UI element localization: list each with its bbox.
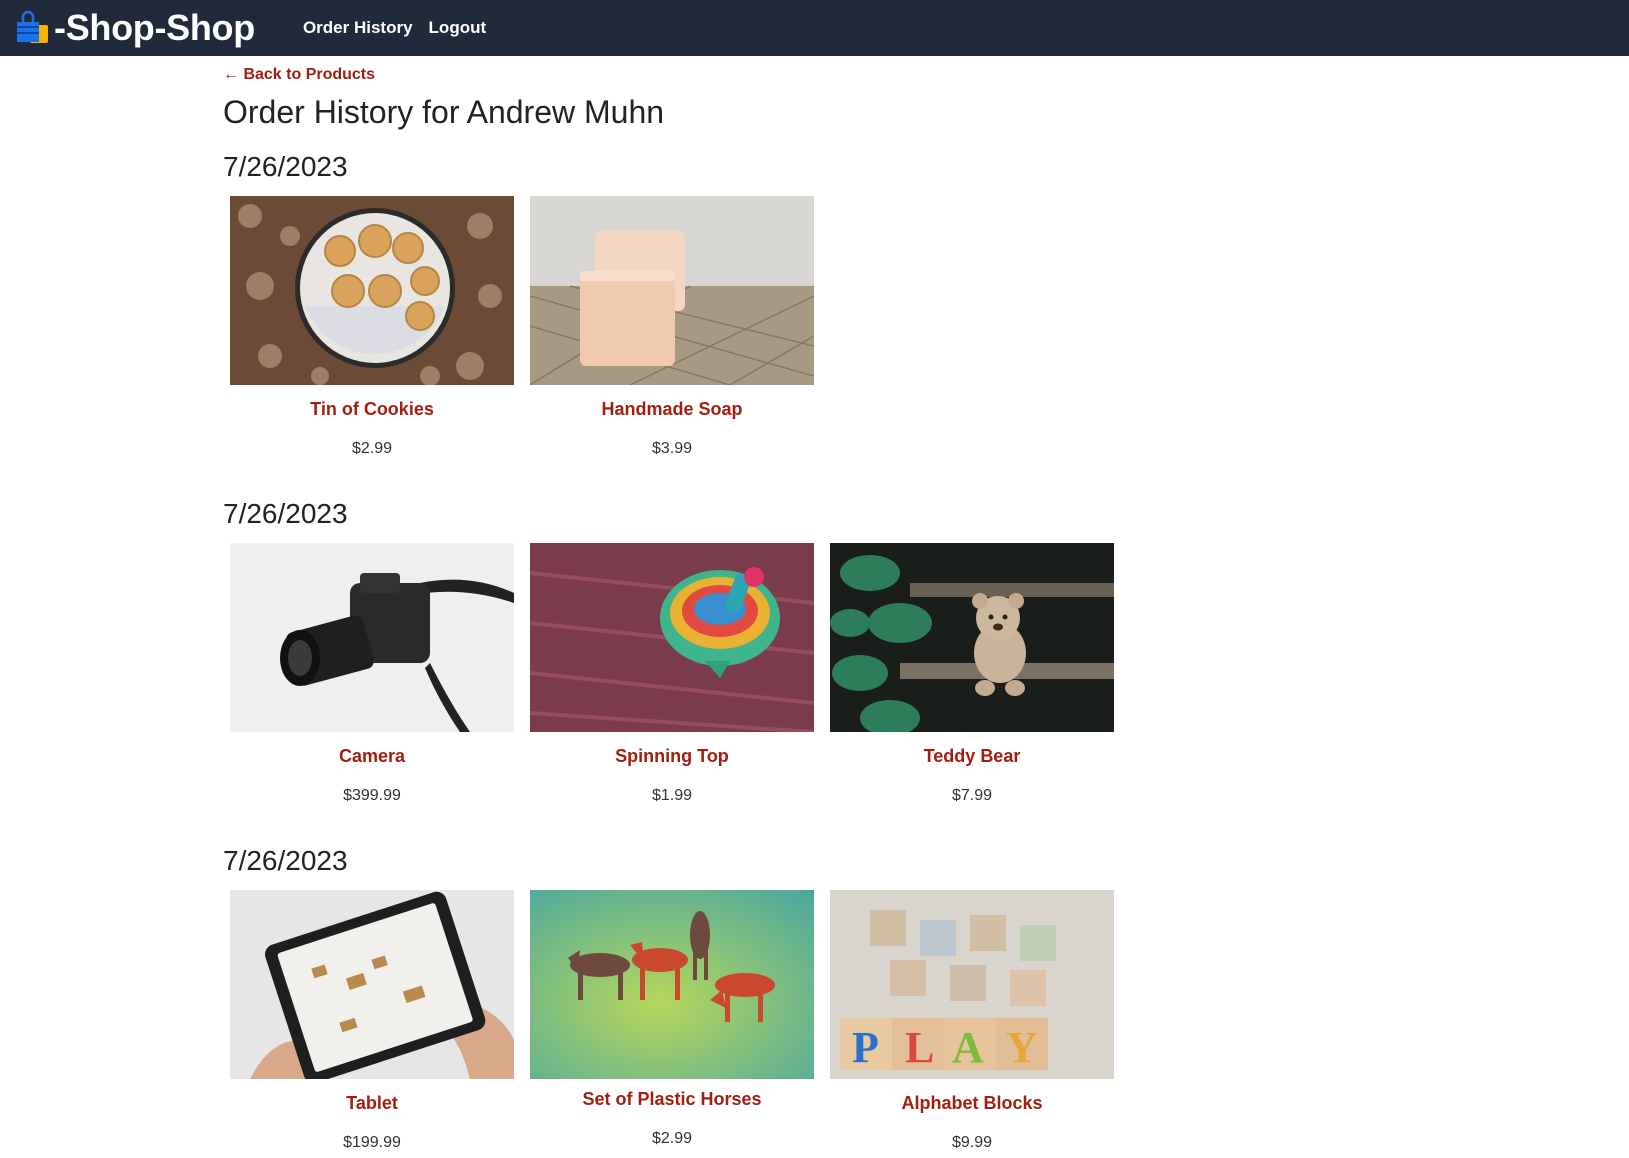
camera-image[interactable] [230,543,514,732]
cookies-tin-image[interactable] [230,196,514,385]
product-price: $3.99 [651,440,693,457]
logout-link[interactable]: Logout [429,18,487,38]
teddy-bear-image[interactable] [830,543,1114,732]
product-name[interactable]: Camera [230,746,514,767]
brand-name: -Shop-Shop [54,7,255,48]
main-content: ← Back to Products Order History for And… [223,56,1123,1152]
navbar: -Shop-Shop Order History Logout [0,0,1629,56]
product-card: Set of Plastic Horses $2.99 [530,890,814,1152]
soap-image[interactable] [530,196,814,385]
product-row: Camera $399.99 Spinning Top $1.99 Teddy … [230,543,1123,805]
product-price: $2.99 [651,1130,693,1147]
product-row: Tablet $199.99 Set of Plastic Horses $2.… [230,890,1123,1152]
product-price: $1.99 [651,787,693,804]
svg-text:L: L [905,1023,934,1072]
order-date: 7/26/2023 [223,845,348,876]
spinning-top-image[interactable] [530,543,814,732]
tablet-image[interactable] [230,890,514,1079]
product-card: Teddy Bear $7.99 [830,543,1114,805]
svg-text:Y: Y [1006,1023,1038,1072]
order-group: 7/26/2023 Tablet $199.99 Set of Plastic … [223,841,1123,1152]
product-card: Handmade Soap $3.99 [530,196,814,458]
order-history-link[interactable]: Order History [303,18,413,38]
product-row: Tin of Cookies $2.99 Handmade Soap $3.99 [230,196,1123,458]
order-date: 7/26/2023 [223,151,348,182]
page-title: Order History for Andrew Muhn [223,94,665,130]
product-name[interactable]: Tin of Cookies [230,399,514,420]
product-card: Tablet $199.99 [230,890,514,1152]
product-name[interactable]: Alphabet Blocks [830,1093,1114,1114]
brand[interactable]: -Shop-Shop [14,7,255,49]
order-group: 7/26/2023 Camera $399.99 Spinning Top $1… [223,494,1123,805]
alphabet-blocks-image[interactable]: P L A Y [830,890,1114,1079]
order-group: 7/26/2023 Tin of Cookies $2.99 Handmade … [223,147,1123,458]
plastic-horses-image[interactable] [530,890,814,1079]
product-price: $9.99 [951,1134,993,1151]
product-price: $399.99 [343,787,401,804]
product-name[interactable]: Set of Plastic Horses [530,1089,814,1110]
product-card: Tin of Cookies $2.99 [230,196,514,458]
order-date: 7/26/2023 [223,498,348,529]
product-price: $7.99 [951,787,993,804]
svg-text:A: A [952,1023,984,1072]
nav-links: Order History Logout [303,18,486,38]
svg-text:P: P [852,1023,879,1072]
product-card: P L A Y Alphabet Blocks $9.99 [830,890,1114,1152]
product-card: Spinning Top $1.99 [530,543,814,805]
product-price: $199.99 [343,1134,401,1151]
product-name[interactable]: Handmade Soap [530,399,814,420]
shopping-bag-icon [17,10,48,43]
product-price: $2.99 [351,440,393,457]
product-name[interactable]: Tablet [230,1093,514,1114]
product-name[interactable]: Teddy Bear [830,746,1114,767]
back-to-products-link[interactable]: ← Back to Products [223,66,1123,84]
product-name[interactable]: Spinning Top [530,746,814,767]
product-card: Camera $399.99 [230,543,514,805]
